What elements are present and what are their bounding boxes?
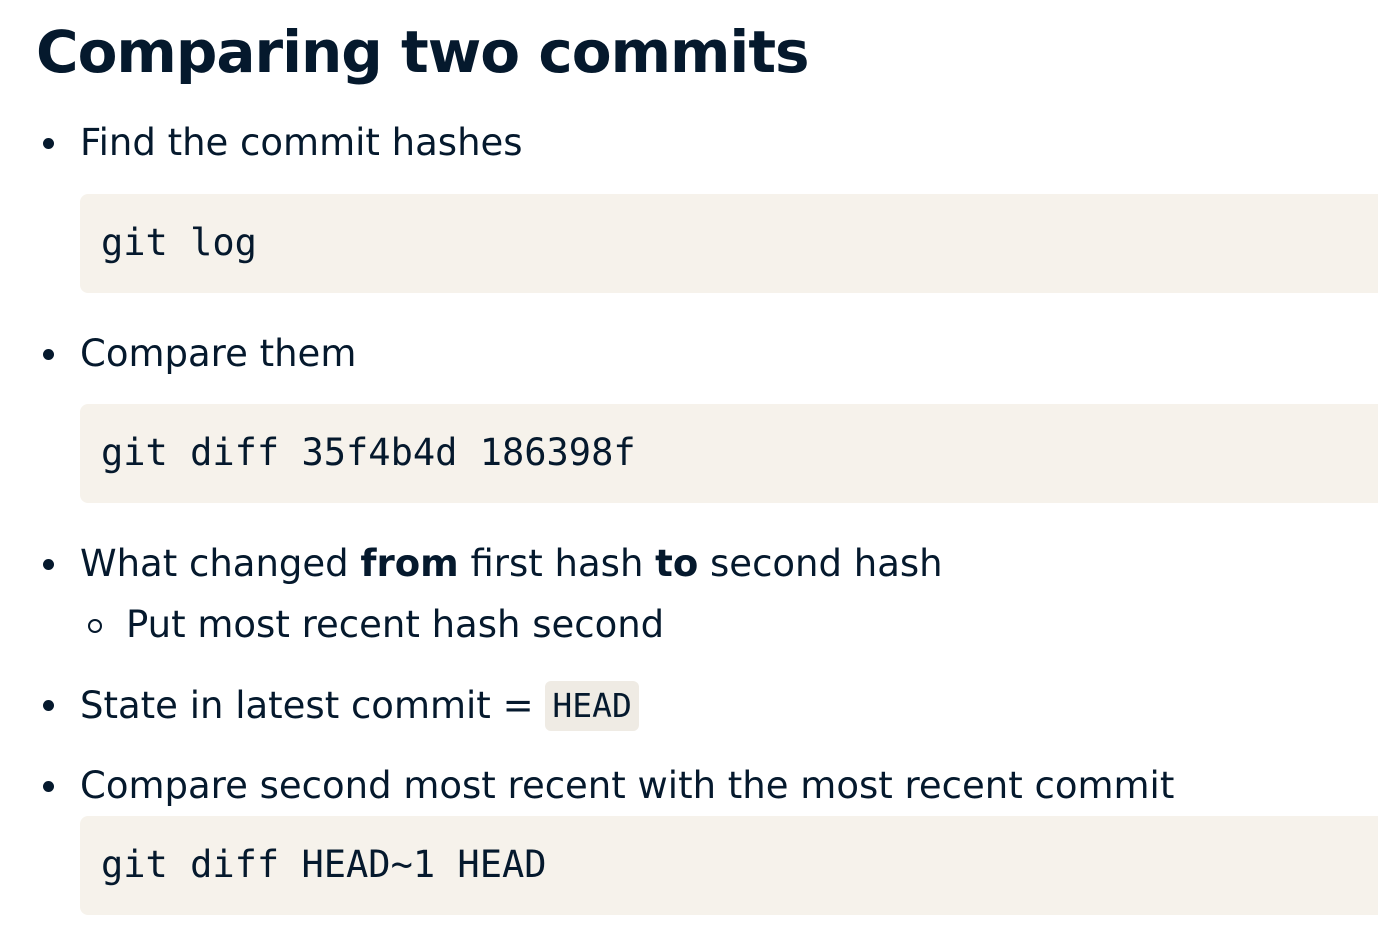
sub-item-most-recent-second: Put most recent hash second: [126, 603, 665, 646]
list-item-state-latest: State in latest commit = HEAD: [80, 681, 639, 731]
bold-to: to: [655, 542, 699, 585]
code-block-git-diff-hashes: git diff 35f4b4d 186398f: [80, 404, 1378, 503]
page-title: Comparing two commits: [36, 18, 810, 86]
inline-code-head: HEAD: [545, 681, 639, 731]
list-item-find-hashes: Find the commit hashes: [80, 121, 523, 164]
bullet-dot: [43, 559, 54, 570]
code-block-git-log: git log: [80, 194, 1378, 293]
text-segment: What changed: [80, 542, 361, 585]
bold-from: from: [360, 542, 459, 585]
list-item-compare-them: Compare them: [80, 332, 357, 375]
bullet-dot: [43, 349, 54, 360]
code-git-log: git log: [101, 221, 257, 264]
code-git-diff-hashes: git diff 35f4b4d 186398f: [101, 431, 636, 474]
bullet-dot: [43, 138, 54, 149]
code-git-diff-head: git diff HEAD~1 HEAD: [101, 843, 547, 886]
bullet-dot: [43, 781, 54, 792]
sub-bullet-circle: [88, 619, 102, 633]
text-segment: first hash: [458, 542, 656, 585]
list-item-compare-recent: Compare second most recent with the most…: [80, 764, 1175, 807]
code-block-git-diff-head: git diff HEAD~1 HEAD: [80, 816, 1378, 915]
text-segment: State in latest commit =: [80, 684, 546, 727]
bullet-dot: [43, 700, 54, 711]
text-segment: second hash: [698, 542, 943, 585]
list-item-what-changed: What changed from first hash to second h…: [80, 540, 943, 588]
